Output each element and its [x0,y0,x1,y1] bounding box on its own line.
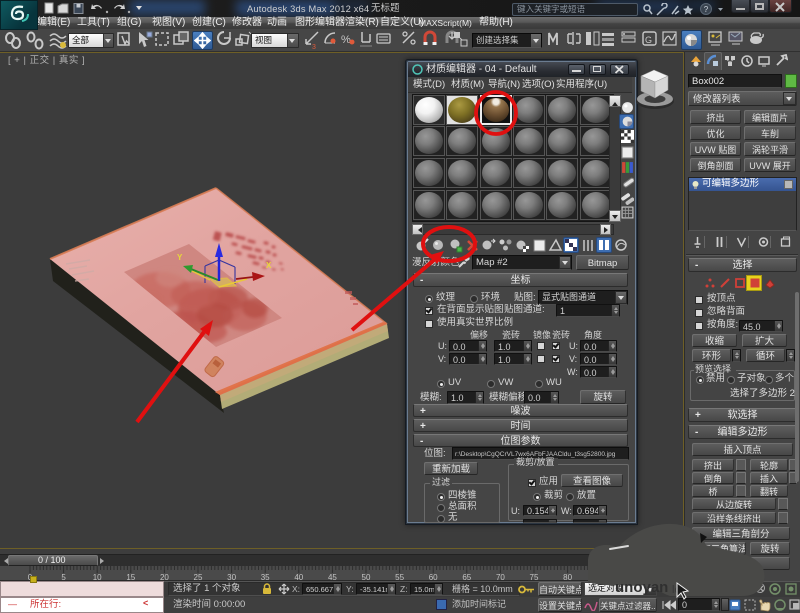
svg-text:10: 10 [93,573,102,581]
svg-text:30: 30 [227,573,236,581]
svg-text:?: ? [704,5,709,14]
svg-text:65: 65 [462,573,471,581]
svg-text:45: 45 [328,573,337,581]
svg-text:15: 15 [126,573,135,581]
svg-text:55: 55 [395,573,404,581]
svg-text:20: 20 [160,573,169,581]
svg-text:80: 80 [563,573,572,581]
svg-text:35: 35 [261,573,270,581]
svg-text:60: 60 [429,573,438,581]
svg-text:50: 50 [362,573,371,581]
svg-text:95: 95 [664,573,673,581]
svg-text:85: 85 [597,573,606,581]
svg-text:25: 25 [194,573,203,581]
svg-text:75: 75 [530,573,539,581]
svg-text:40: 40 [294,573,303,581]
svg-text:70: 70 [496,573,505,581]
svg-text:5: 5 [61,573,66,581]
svg-text:90: 90 [630,573,639,581]
